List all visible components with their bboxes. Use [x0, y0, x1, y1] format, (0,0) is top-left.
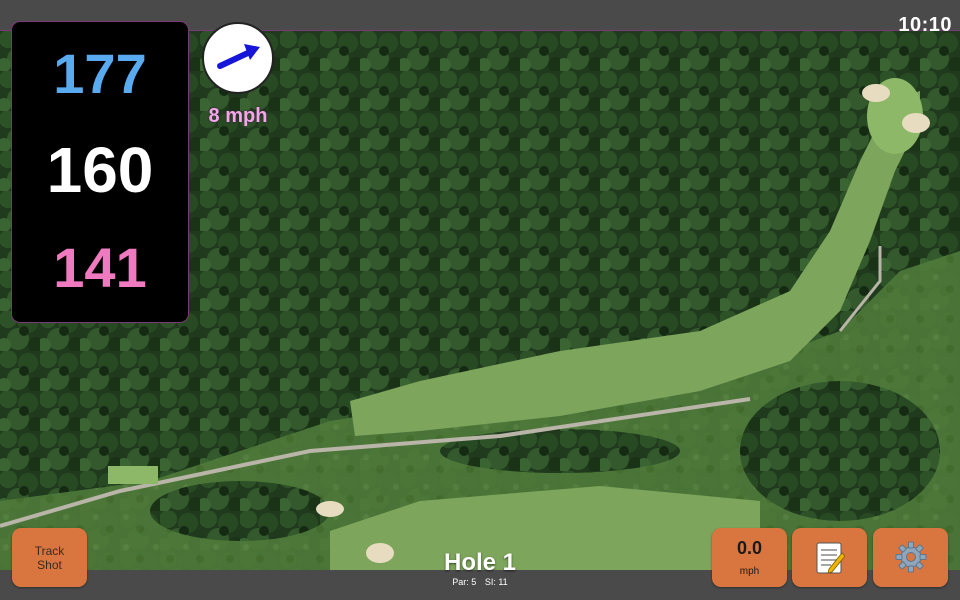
golf-gps-screen: 10:10 177 160 141 8 mph Track Shot Hole … [0, 0, 960, 600]
hole-details: Par: 5 SI: 11 [380, 577, 580, 587]
settings-button[interactable] [873, 528, 948, 587]
yardage-panel: 177 160 141 [12, 22, 188, 322]
track-shot-button[interactable]: Track Shot [12, 528, 87, 587]
status-clock: 10:10 [898, 14, 952, 36]
speed-value: 0.0 [736, 538, 763, 558]
wind-direction-indicator [202, 22, 274, 94]
back-of-green-yardage: 177 [53, 42, 147, 105]
hole-stroke-index: SI: 11 [484, 577, 508, 587]
center-of-green-yardage: 160 [46, 134, 154, 206]
notes-button[interactable] [792, 528, 867, 587]
hole-title: Hole 1 [443, 549, 517, 576]
memo-icon [816, 542, 845, 574]
track-shot-label-line2: Shot [37, 557, 62, 572]
gear-icon [895, 541, 927, 573]
wind-speed-label: 8 mph [208, 105, 268, 127]
front-of-green-yardage: 141 [53, 236, 147, 299]
speed-unit: mph [739, 566, 760, 577]
arrow-icon [217, 44, 260, 69]
track-shot-label-line1: Track [34, 543, 65, 558]
hole-par: Par: 5 [452, 577, 477, 587]
speed-button[interactable]: 0.0 mph [712, 528, 787, 587]
